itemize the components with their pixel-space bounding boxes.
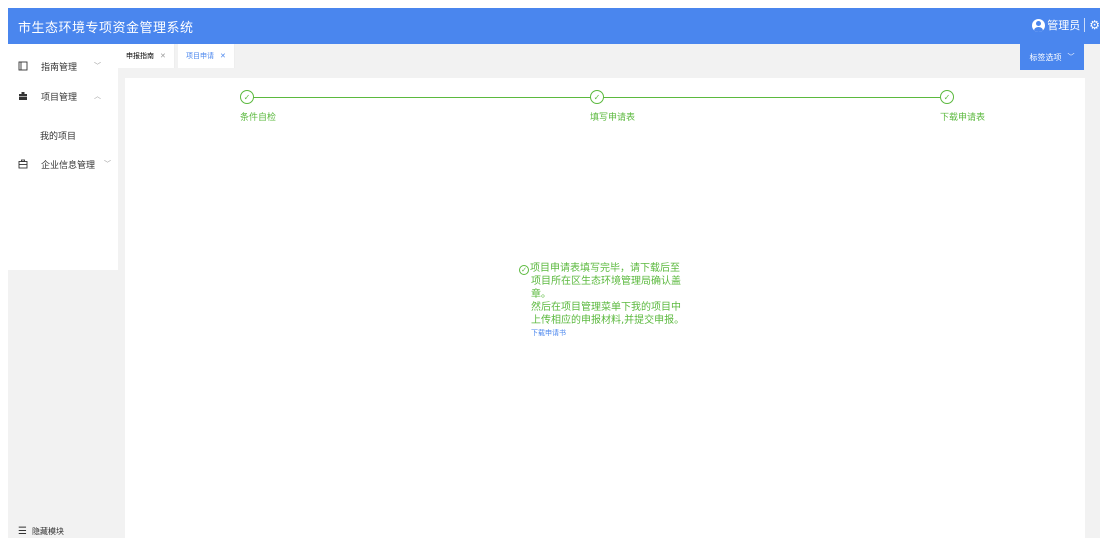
message-line: 然后在项目管理菜单下我的项目中	[531, 302, 681, 313]
avatar-icon[interactable]	[1032, 18, 1046, 32]
hide-module-label: 隐藏模块	[31, 527, 64, 536]
user-area: 管理员 ⚙	[1032, 17, 1100, 33]
message-line: 章。	[531, 289, 551, 300]
download-application-link[interactable]: 下载申请书	[519, 328, 704, 339]
tab-label: 申报指南	[126, 52, 154, 60]
building-icon	[18, 159, 28, 169]
sidebar: 指南管理 ﹀ 项目管理 ︿ 我的项目 企业信息管理 ﹀	[8, 44, 118, 270]
sidebar-item-guide[interactable]: 指南管理 ﹀	[8, 56, 118, 76]
message-line: 项目申请表填写完毕，请下载后至	[530, 263, 680, 274]
tab-project-application[interactable]: 项目申请 ✕	[178, 44, 235, 68]
sidebar-item-label: 指南管理	[41, 62, 78, 73]
check-icon: ✓	[940, 90, 954, 104]
chevron-down-icon: ﹀	[1067, 53, 1075, 61]
chevron-down-icon: ﹀	[104, 160, 111, 168]
header-divider	[1084, 18, 1086, 32]
step-label: 下载申请表	[940, 113, 986, 123]
step-connector	[597, 97, 940, 98]
app-title: 市生态环境专项资金管理系统	[18, 21, 194, 36]
check-icon: ✓	[240, 90, 254, 104]
sidebar-subitem-my-projects[interactable]: 我的项目	[40, 129, 76, 142]
sidebar-item-label: 项目管理	[41, 92, 78, 103]
step-label: 条件自检	[240, 113, 277, 123]
close-icon[interactable]: ✕	[220, 52, 226, 60]
gear-icon[interactable]: ⚙	[1089, 18, 1100, 32]
chevron-down-icon: ﹀	[94, 62, 101, 70]
tab-label: 项目申请	[186, 52, 214, 60]
sidebar-item-projects[interactable]: 项目管理 ︿	[8, 86, 118, 106]
chevron-up-icon: ︿	[94, 92, 101, 100]
tag-options-label: 标签选项	[1029, 52, 1062, 62]
menu-icon: ☰	[18, 526, 27, 537]
step-connector	[247, 97, 597, 98]
hide-module-toggle[interactable]: ☰ 隐藏模块	[18, 526, 64, 537]
tab-bar: 申报指南 ✕ 项目申请 ✕	[118, 44, 1100, 70]
tag-options-button[interactable]: 标签选项 ﹀	[1020, 44, 1084, 70]
completion-message: ✓ 项目申请表填写完毕，请下载后至 项目所在区生态环境管理局确认盖 章。 然后在项…	[519, 262, 704, 339]
user-name[interactable]: 管理员	[1047, 17, 1080, 33]
check-circle-icon: ✓	[519, 265, 529, 275]
message-line: 项目所在区生态环境管理局确认盖	[531, 276, 681, 287]
close-icon[interactable]: ✕	[160, 52, 166, 60]
briefcase-icon	[19, 92, 27, 100]
sidebar-empty-area	[8, 270, 118, 538]
book-icon	[18, 61, 28, 71]
sidebar-item-label: 企业信息管理	[41, 160, 96, 171]
app-frame: 市生态环境专项资金管理系统 管理员 ⚙ 指南管理 ﹀ 项目管理 ︿ 我的项目 企…	[8, 8, 1100, 538]
sidebar-item-company-info[interactable]: 企业信息管理 ﹀	[8, 154, 118, 174]
tab-guide[interactable]: 申报指南 ✕	[118, 44, 175, 68]
message-line: 上传相应的申报材料,并提交申报。	[531, 315, 685, 326]
top-header: 市生态环境专项资金管理系统 管理员 ⚙	[8, 8, 1100, 44]
main-content: ✓ 条件自检 ✓ 填写申请表 ✓ 下载申请表 ✓ 项目申请表填写完毕，请下载后至 …	[125, 78, 1085, 538]
check-icon: ✓	[590, 90, 604, 104]
step-label: 填写申请表	[590, 113, 636, 123]
